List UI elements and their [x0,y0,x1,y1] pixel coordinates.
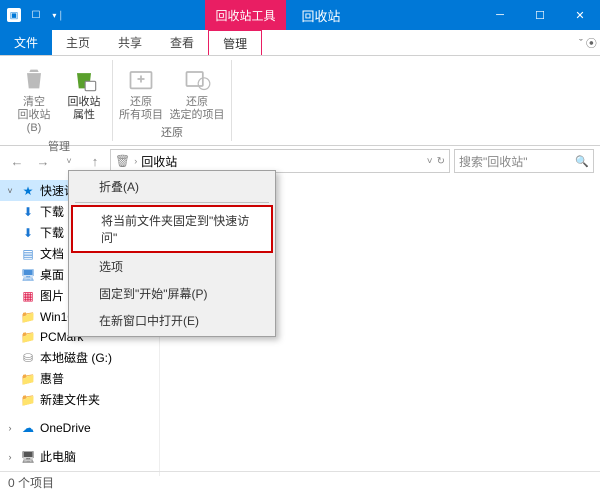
menu-separator [75,202,269,203]
restore-selected-button[interactable]: 还原 选定的项目 [169,64,225,122]
ctx-collapse[interactable]: 折叠(A) [71,173,273,200]
ribbon-tabs: 文件 主页 共享 查看 管理 ˇ ⦿ [0,30,600,56]
close-button[interactable]: ✕ [560,0,600,30]
search-icon: 🔍 [575,155,589,168]
ribbon: 清空 回收站(B) 回收站 属性 管理 还原 所有项目 [0,56,600,146]
folder-icon: 📁 [20,392,36,408]
back-button[interactable]: ← [6,150,28,172]
download-icon: ⬇ [20,204,36,220]
sidebar-item-new-folder[interactable]: 📁新建文件夹 [0,389,159,410]
app-icon[interactable]: ▣ [6,7,22,23]
pc-icon: 🖥 [20,449,36,465]
chevron-right-icon: › [134,156,137,166]
path-segment[interactable]: 回收站 [141,153,177,170]
folder-icon: 📁 [20,371,36,387]
quick-access-toolbar: ▣ ☐ ▾ │ [0,7,66,23]
folder-icon: 📁 [20,329,36,345]
sidebar-item-hp[interactable]: 📁惠普 [0,368,159,389]
properties-icon [69,64,99,94]
titlebar: ▣ ☐ ▾ │ 回收站工具 回收站 ─ ☐ ✕ [0,0,600,30]
qat-dropdown-icon[interactable]: ▾ │ [50,7,66,23]
item-count: 0 个项目 [8,474,54,491]
ribbon-group-manage: 清空 回收站(B) 回收站 属性 管理 [6,60,113,141]
minimize-button[interactable]: ─ [480,0,520,30]
collapse-ribbon-icon[interactable]: ˇ ⦿ [576,30,600,55]
recent-locations-icon[interactable]: ˅ [58,150,80,172]
search-placeholder: 搜索"回收站" [459,153,528,170]
window-title: 回收站 [302,6,341,25]
tab-home[interactable]: 主页 [52,30,104,55]
sidebar-item-this-pc[interactable]: ›🖥此电脑 [0,446,159,467]
recycle-bin-icon [19,64,49,94]
restore-all-icon [126,64,156,94]
chevron-down-icon[interactable]: ˅ [4,186,16,196]
restore-all-button[interactable]: 还原 所有项目 [119,64,163,122]
refresh-icon[interactable]: ↻ [437,156,445,167]
sidebar-item-drive-g[interactable]: ⛁本地磁盘 (G:) [0,347,159,368]
ribbon-group-restore: 还原 所有项目 还原 选定的项目 还原 [113,60,232,141]
chevron-right-icon[interactable]: › [4,423,16,433]
sidebar-item-onedrive[interactable]: ›☁OneDrive [0,418,159,438]
forward-button[interactable]: → [32,150,54,172]
folder-icon: 📁 [20,309,36,325]
pictures-icon: ▦ [20,288,36,304]
status-bar: 0 个项目 [0,471,600,493]
qat-item-1[interactable]: ☐ [28,7,44,23]
ctx-options[interactable]: 选项 [71,253,273,280]
ctx-pin-to-start[interactable]: 固定到"开始"屏幕(P) [71,280,273,307]
ctx-open-new-window[interactable]: 在新窗口中打开(E) [71,307,273,334]
path-dropdown-icon[interactable]: ˅ [427,156,433,167]
chevron-right-icon[interactable]: › [4,452,16,462]
desktop-icon: 🖥 [20,267,36,283]
contextual-tab-label: 回收站工具 [205,0,285,30]
up-button[interactable]: ↑ [84,150,106,172]
star-icon: ★ [20,183,36,199]
document-icon: ▤ [20,246,36,262]
tab-manage[interactable]: 管理 [208,30,262,55]
empty-recycle-bin-button[interactable]: 清空 回收站(B) [12,64,56,136]
drive-icon: ⛁ [20,350,36,366]
tab-share[interactable]: 共享 [104,30,156,55]
search-input[interactable]: 搜索"回收站" 🔍 [454,149,594,173]
recycle-bin-properties-button[interactable]: 回收站 属性 [62,64,106,122]
context-menu: 折叠(A) 将当前文件夹固定到"快速访问" 选项 固定到"开始"屏幕(P) 在新… [68,170,276,337]
tab-file[interactable]: 文件 [0,30,52,55]
maximize-button[interactable]: ☐ [520,0,560,30]
window-controls: ─ ☐ ✕ [480,0,600,30]
download-icon: ⬇ [20,225,36,241]
tab-view[interactable]: 查看 [156,30,208,55]
restore-selected-icon [182,64,212,94]
ctx-pin-to-quick-access[interactable]: 将当前文件夹固定到"快速访问" [71,205,273,253]
recycle-bin-path-icon: 🗑 [115,154,130,168]
onedrive-icon: ☁ [20,420,36,436]
